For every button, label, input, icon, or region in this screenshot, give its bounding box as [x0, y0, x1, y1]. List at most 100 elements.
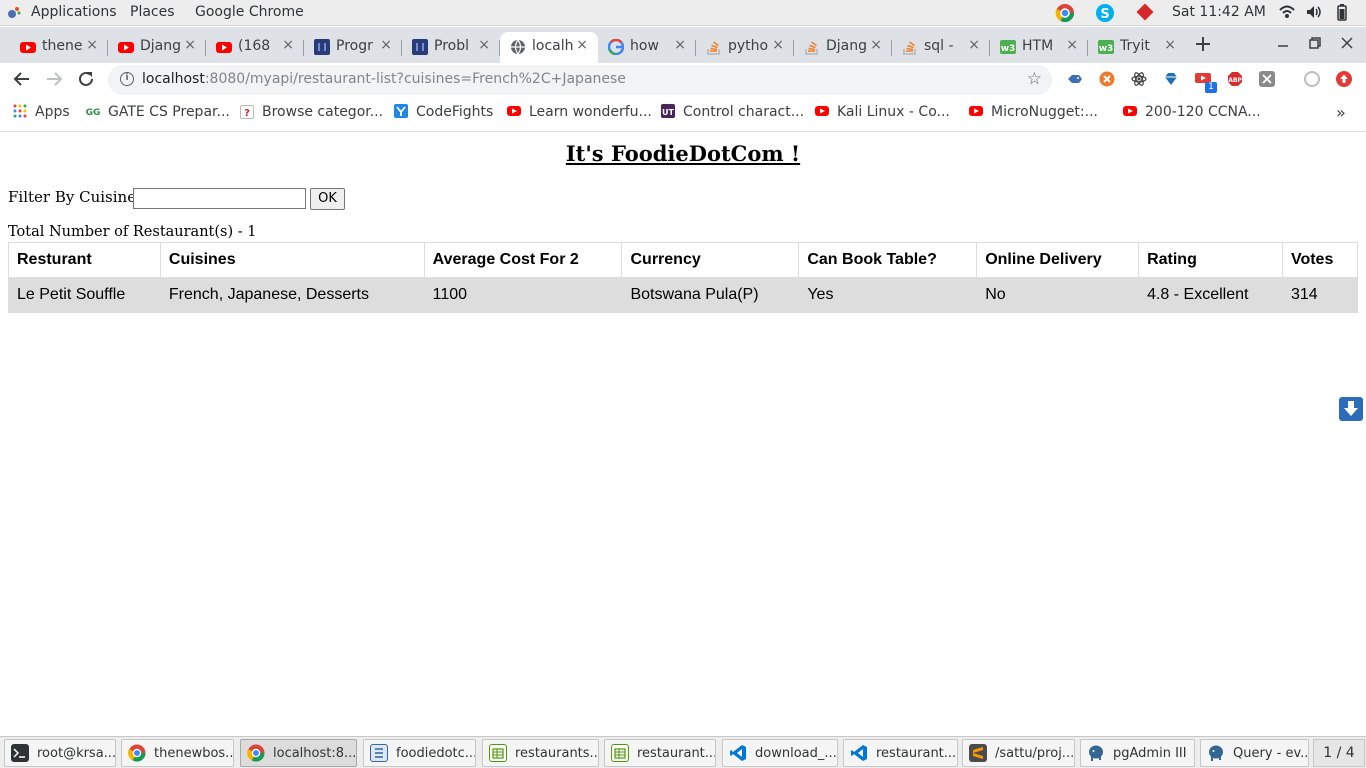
extension-x-icon[interactable] [1259, 71, 1275, 87]
bookmark-item[interactable]: CodeFights [394, 104, 493, 120]
close-icon[interactable]: × [478, 37, 490, 53]
close-icon[interactable]: × [86, 37, 98, 53]
profile-avatar[interactable] [1304, 71, 1320, 87]
bookmark-item[interactable]: 200-120 CCNA... [1123, 104, 1261, 120]
vscode-icon [850, 744, 868, 762]
close-icon[interactable]: × [968, 37, 980, 53]
update-chrome-icon[interactable] [1336, 71, 1352, 87]
browser-tab[interactable]: how × [598, 32, 696, 63]
taskbar-item-active[interactable]: localhost:8... [240, 739, 357, 767]
forward-button[interactable] [44, 70, 64, 93]
code-icon [314, 39, 330, 55]
bookmark-item[interactable]: MicroNugget:... [969, 104, 1098, 120]
clock[interactable]: Sat 11:42 AM [1172, 4, 1266, 20]
bookmark-item[interactable]: UT Control charact... [661, 104, 804, 120]
bookmark-star-icon[interactable]: ☆ [1027, 69, 1042, 89]
close-icon[interactable]: × [184, 37, 196, 53]
tab-strip: thene × Djang × (168 × Progr × Probl × l… [0, 27, 1366, 63]
taskbar-item[interactable]: restaurant... [604, 739, 716, 767]
close-icon[interactable]: × [772, 37, 784, 53]
close-icon[interactable]: × [380, 37, 392, 53]
close-window-button[interactable] [1340, 36, 1354, 54]
extension-fish-icon[interactable] [1067, 71, 1083, 87]
youtube-icon [1123, 104, 1137, 118]
taskbar-label: root@krsa... [37, 746, 116, 761]
reload-button[interactable] [77, 70, 95, 93]
taskbar-item[interactable]: root@krsa... [4, 739, 116, 767]
bookmark-item[interactable]: Learn wonderfu... [507, 104, 652, 120]
terminal-icon [11, 744, 29, 762]
browser-tab[interactable]: Djang × [794, 32, 892, 63]
browser-tab-active[interactable]: localh × [500, 32, 598, 63]
window-list-taskbar: root@krsa... thenewbos... localhost:8...… [0, 736, 1366, 768]
download-arrow-icon[interactable] [1339, 397, 1363, 421]
active-app-menu[interactable]: Google Chrome [195, 4, 304, 20]
diamond-app-icon[interactable] [1133, 3, 1154, 23]
taskbar-item[interactable]: pgAdmin III [1080, 739, 1195, 767]
close-icon[interactable]: × [1066, 37, 1078, 53]
tab-title: HTM [1022, 38, 1054, 54]
bookmark-label: Browse categor... [262, 104, 384, 120]
battery-icon[interactable] [1335, 3, 1355, 23]
back-button[interactable] [12, 70, 32, 93]
taskbar-item[interactable]: restaurant... [843, 739, 958, 767]
browser-tab[interactable]: thene × [10, 32, 108, 63]
info-icon[interactable]: i [120, 72, 134, 86]
w3schools-icon: w3 [1098, 39, 1114, 55]
taskbar-item[interactable]: restaurants... [482, 739, 599, 767]
taskbar-item[interactable]: Query - ev... [1200, 739, 1309, 767]
code-icon [412, 39, 428, 55]
browser-tab[interactable]: sql - × [892, 32, 990, 63]
close-icon[interactable]: × [674, 37, 686, 53]
workspace-switcher[interactable]: 1 / 4 [1313, 739, 1365, 767]
bookmark-item[interactable]: Kali Linux - Co... [815, 104, 950, 120]
browser-tab[interactable]: Djang × [108, 32, 206, 63]
bookmarks-overflow-icon[interactable]: » [1336, 103, 1346, 122]
youtube-icon [20, 39, 36, 55]
tab-title: Tryit [1120, 38, 1150, 54]
page-content: It's FoodieDotCom ! Filter By Cuisines: … [0, 132, 1366, 736]
close-icon[interactable]: × [576, 37, 588, 53]
adblock-icon[interactable]: ABP [1227, 71, 1243, 87]
bookmark-item[interactable]: Apps [13, 104, 70, 120]
browser-tab[interactable]: w3 HTM × [990, 32, 1088, 63]
taskbar-item[interactable]: thenewbos... [121, 739, 234, 767]
new-tab-button[interactable] [1193, 34, 1213, 54]
browser-tab[interactable]: Progr × [304, 32, 402, 63]
svg-text:?: ? [244, 108, 250, 118]
taskbar-label: localhost:8... [273, 746, 357, 761]
browser-tab[interactable]: Probl × [402, 32, 500, 63]
close-icon[interactable]: × [870, 37, 882, 53]
close-icon[interactable]: × [1164, 37, 1176, 53]
bookmark-item[interactable]: GG GATE CS Prepar... [86, 104, 230, 120]
ok-button[interactable]: OK [310, 188, 345, 210]
volume-icon[interactable] [1305, 3, 1325, 23]
applications-menu[interactable]: Applications [31, 4, 117, 20]
extension-orange-icon[interactable] [1099, 71, 1115, 87]
react-devtools-icon[interactable] [1131, 71, 1147, 87]
places-menu[interactable]: Places [130, 4, 175, 20]
url-text[interactable]: localhost:8080/myapi/restaurant-list?cui… [142, 71, 626, 87]
page-title: It's FoodieDotCom ! [565, 141, 801, 166]
chrome-icon [247, 744, 265, 762]
tab-title: localh [532, 38, 574, 54]
taskbar-item[interactable]: foodiedotc... [363, 739, 476, 767]
taskbar-item[interactable]: download_... [722, 739, 838, 767]
browser-tab[interactable]: w3 Tryit × [1088, 32, 1186, 63]
wifi-icon[interactable] [1278, 3, 1298, 23]
table-cell: 314 [1281, 277, 1359, 313]
browser-tab[interactable]: (168 × [206, 32, 304, 63]
browser-tab[interactable]: pytho × [696, 32, 794, 63]
cuisine-filter-input[interactable] [133, 188, 306, 209]
skype-icon[interactable]: S [1095, 3, 1115, 23]
apps-grid-icon [13, 104, 27, 118]
restore-button[interactable] [1308, 36, 1322, 54]
taskbar-item[interactable]: /sattu/proj... [962, 739, 1075, 767]
address-bar[interactable]: i localhost:8080/myapi/restaurant-list?c… [108, 65, 1052, 95]
close-icon[interactable]: × [282, 37, 294, 53]
tab-title: (168 [238, 38, 271, 54]
chrome-tray-icon[interactable] [1055, 3, 1075, 23]
minimize-button[interactable] [1276, 36, 1290, 54]
bookmark-item[interactable]: ? Browse categor... [240, 104, 383, 120]
extension-diamond-icon[interactable] [1163, 71, 1179, 87]
